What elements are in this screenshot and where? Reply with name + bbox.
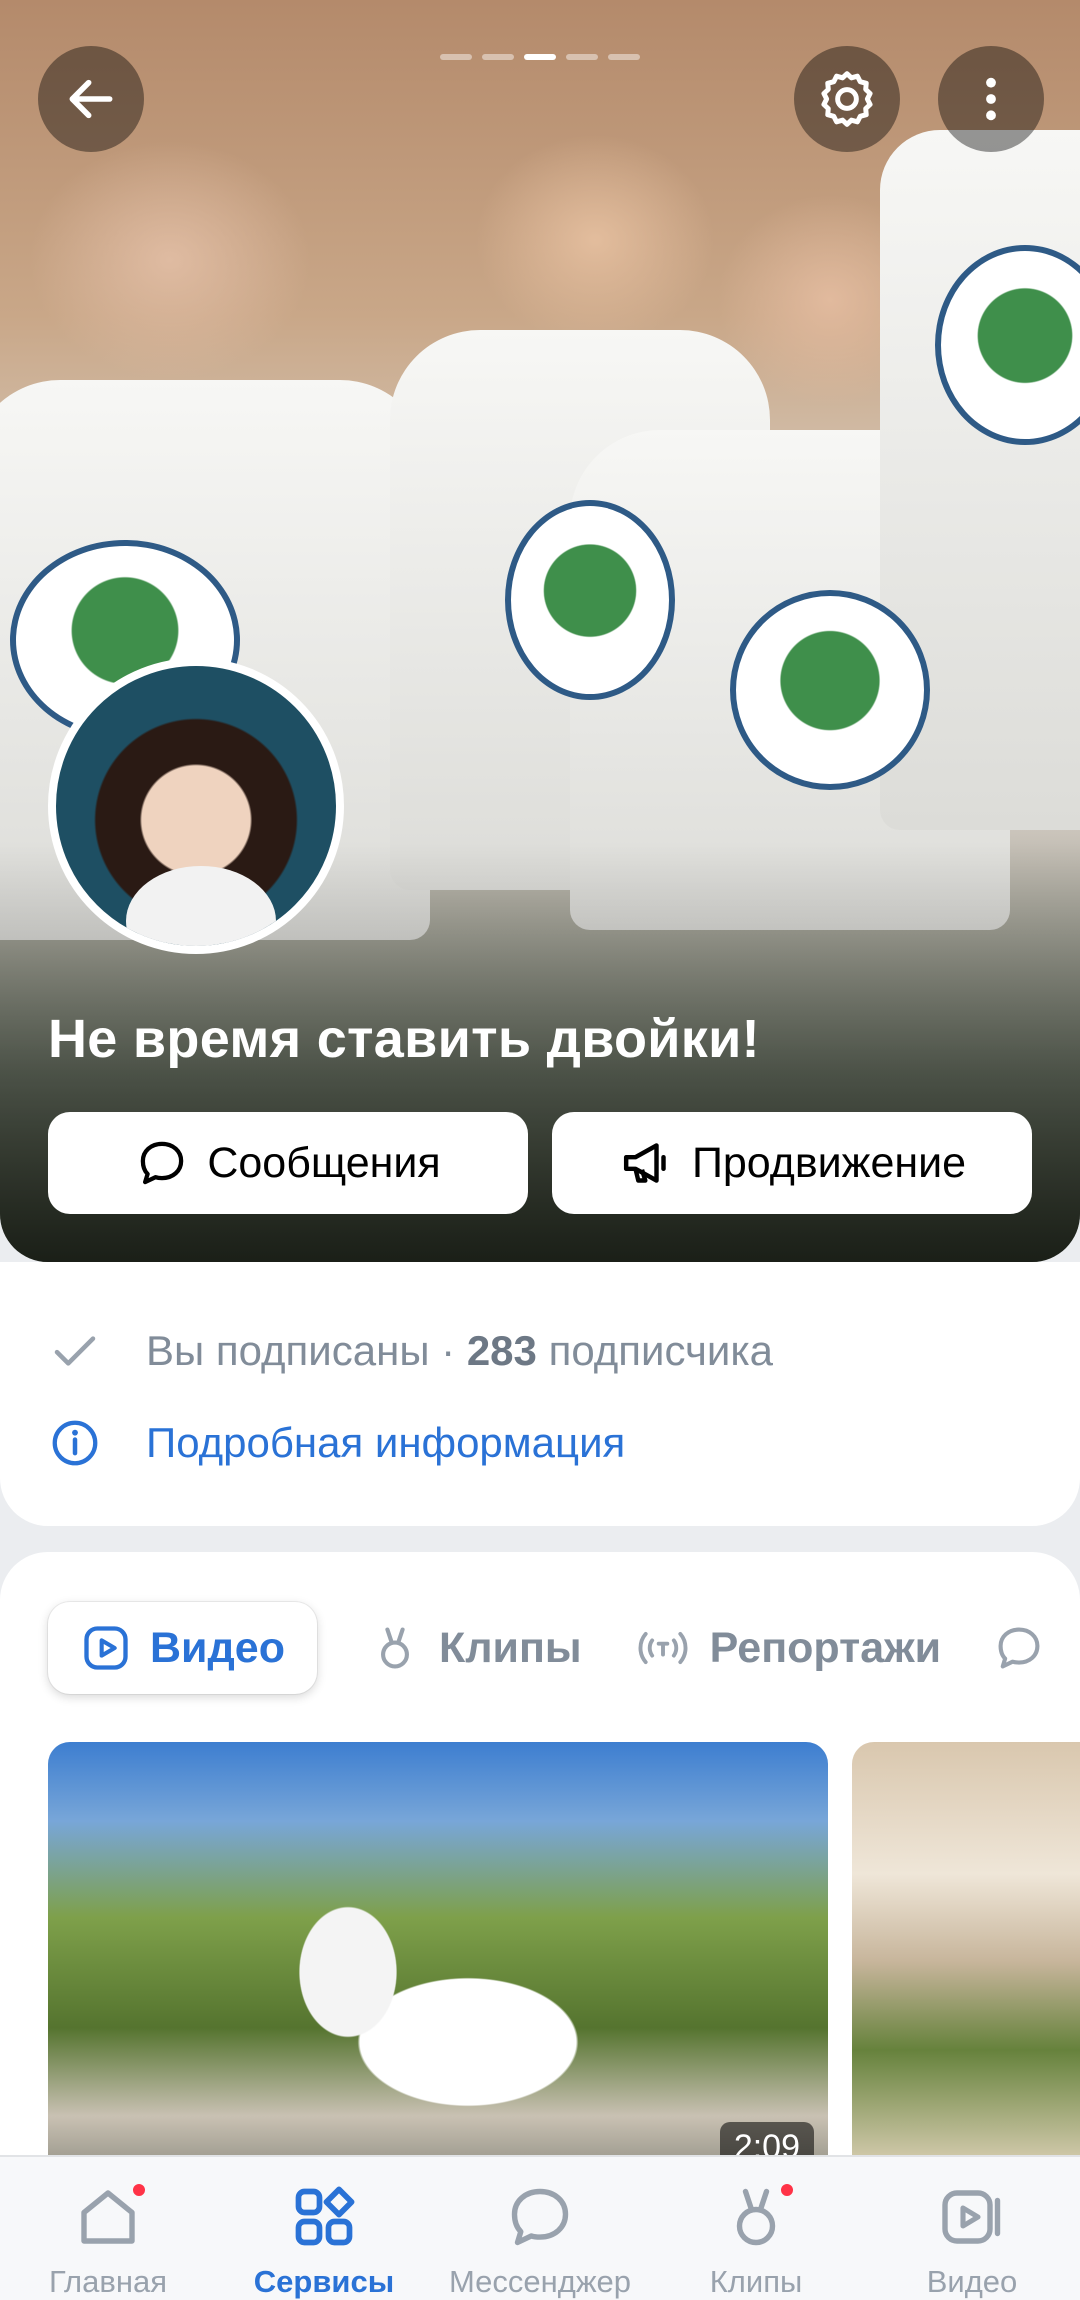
megaphone-icon bbox=[623, 1143, 666, 1183]
message-bubble-icon bbox=[141, 1141, 184, 1185]
story-segment bbox=[482, 54, 514, 60]
arrow-left-icon bbox=[69, 79, 113, 119]
video-icon bbox=[942, 2189, 1001, 2244]
bottom-navigation: Главная Сервисы Мессенджер Клипы Видео bbox=[0, 2155, 1080, 2300]
story-segment bbox=[608, 54, 640, 60]
messenger-icon bbox=[511, 2188, 569, 2245]
subscriber-count: 283 bbox=[466, 1327, 537, 1374]
nav-icon-wrap bbox=[932, 2177, 1012, 2256]
nav-icon-wrap bbox=[284, 2177, 364, 2256]
shirt-emblem bbox=[505, 500, 675, 700]
more-button[interactable] bbox=[938, 46, 1044, 152]
story-segment-active bbox=[524, 54, 556, 60]
subscription-text: Вы подписаны · 283 подписчика bbox=[146, 1327, 773, 1375]
nav-item-services[interactable]: Сервисы bbox=[216, 2157, 432, 2300]
clips-icon bbox=[380, 1627, 409, 1669]
video-list: 2:09 bbox=[48, 1742, 1080, 2182]
cover-image bbox=[0, 0, 1080, 1262]
tab-video-label: Видео bbox=[150, 1623, 285, 1672]
settings-button[interactable] bbox=[794, 46, 900, 152]
details-link-label: Подробная информация bbox=[146, 1419, 626, 1466]
tab-reports[interactable]: Репортажи bbox=[634, 1622, 941, 1674]
group-title: Не время ставить двойки! bbox=[48, 1009, 760, 1069]
nav-icon-wrap bbox=[500, 2177, 580, 2256]
nav-item-clips[interactable]: Клипы bbox=[648, 2157, 864, 2300]
nav-icon-wrap bbox=[716, 2177, 796, 2256]
story-segment bbox=[440, 54, 472, 60]
notification-badge bbox=[778, 2181, 796, 2199]
messages-button-label: Сообщения bbox=[207, 1138, 441, 1187]
shirt-emblem bbox=[730, 590, 930, 790]
tab-reports-label: Репортажи bbox=[709, 1623, 942, 1672]
nav-label-clips: Клипы bbox=[709, 2264, 803, 2299]
message-bubble-icon bbox=[998, 1627, 1040, 1669]
more-vertical-icon bbox=[986, 77, 996, 121]
services-icon bbox=[295, 2186, 355, 2245]
video-card[interactable] bbox=[852, 1742, 1080, 2182]
tab-clips[interactable]: Клипы bbox=[369, 1622, 582, 1674]
broadcast-icon bbox=[638, 1631, 688, 1665]
nav-item-messenger[interactable]: Мессенджер bbox=[432, 2157, 648, 2300]
promotion-button-label: Продвижение bbox=[691, 1138, 967, 1187]
group-avatar[interactable] bbox=[48, 658, 344, 954]
nav-item-video[interactable]: Видео bbox=[864, 2157, 1080, 2300]
cover-story-indicator bbox=[440, 54, 640, 60]
messages-button[interactable]: Сообщения bbox=[48, 1112, 528, 1214]
story-segment bbox=[566, 54, 598, 60]
nav-label-home: Главная bbox=[49, 2264, 167, 2299]
video-card[interactable]: 2:09 bbox=[48, 1742, 828, 2182]
promotion-button[interactable]: Продвижение bbox=[552, 1112, 1032, 1214]
nav-item-home[interactable]: Главная bbox=[0, 2157, 216, 2300]
content-tabs: Видео Клипы Репортажи bbox=[48, 1602, 1045, 1694]
nav-label-video: Видео bbox=[926, 2264, 1018, 2299]
nav-icon-wrap bbox=[68, 2177, 148, 2256]
checkmark-icon bbox=[54, 1336, 96, 1366]
video-play-icon bbox=[84, 1626, 128, 1670]
tab-video[interactable]: Видео bbox=[48, 1602, 317, 1694]
subscribed-label: Вы подписаны · bbox=[146, 1327, 467, 1374]
nav-label-services: Сервисы bbox=[253, 2264, 395, 2299]
notification-badge bbox=[130, 2181, 148, 2199]
nav-label-messenger: Мессенджер bbox=[448, 2264, 632, 2299]
info-icon bbox=[52, 1420, 98, 1466]
details-link[interactable]: Подробная информация bbox=[48, 1416, 625, 1470]
group-info-card: Вы подписаны · 283 подписчика Подробная … bbox=[0, 1262, 1080, 1526]
gear-icon bbox=[821, 71, 873, 127]
subscription-status[interactable]: Вы подписаны · 283 подписчика bbox=[48, 1324, 773, 1378]
tab-more[interactable] bbox=[993, 1622, 1045, 1674]
subscriber-word: подписчика bbox=[536, 1327, 773, 1374]
tab-clips-label: Клипы bbox=[438, 1623, 582, 1672]
back-button[interactable] bbox=[38, 46, 144, 152]
